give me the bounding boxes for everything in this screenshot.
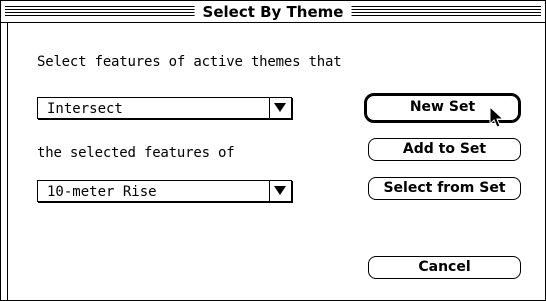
operation-popup[interactable]: Intersect (37, 97, 292, 119)
prompt-line-1: Select features of active themes that (37, 54, 342, 70)
operation-popup-arrow[interactable] (269, 97, 291, 119)
window-title: Select By Theme (194, 3, 352, 21)
cancel-button-label: Cancel (418, 259, 471, 275)
theme-popup[interactable]: 10-meter Rise (37, 180, 292, 202)
add-to-set-button-label: Add to Set (402, 141, 487, 157)
triangle-down-icon (274, 103, 286, 112)
cancel-button[interactable]: Cancel (368, 256, 521, 279)
select-from-set-button-label: Select from Set (383, 180, 506, 196)
prompt-line-2: the selected features of (37, 145, 235, 161)
operation-popup-value: Intersect (47, 101, 123, 117)
theme-popup-value: 10-meter Rise (47, 184, 157, 200)
add-to-set-button[interactable]: Add to Set (368, 138, 521, 161)
triangle-down-icon (274, 186, 286, 195)
select-by-theme-dialog: Select By Theme Select features of activ… (0, 0, 546, 301)
window-left-edge (7, 23, 8, 300)
theme-popup-arrow[interactable] (269, 180, 291, 202)
select-from-set-button[interactable]: Select from Set (368, 177, 521, 200)
arrow-pointer-icon (489, 106, 505, 128)
title-bar[interactable]: Select By Theme (1, 1, 545, 23)
